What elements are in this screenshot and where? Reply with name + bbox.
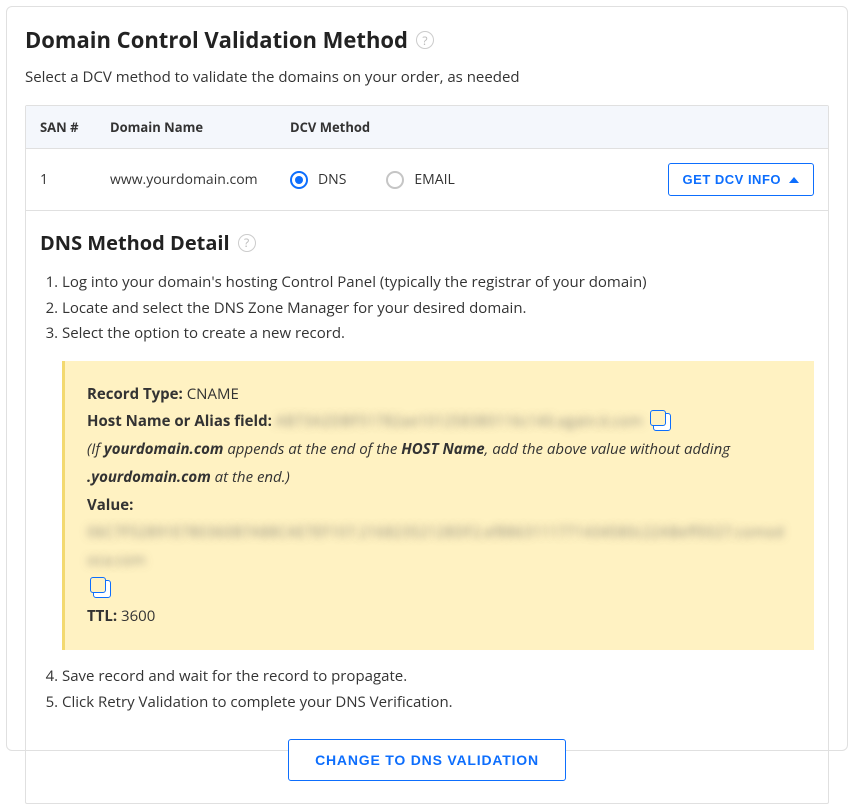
value-copy-row <box>87 575 792 603</box>
host-value-blurred: AB73A2DBF51782ae101258380116c140.again.i… <box>276 411 643 431</box>
dns-detail-section: DNS Method Detail ? Log into your domain… <box>26 210 828 803</box>
chevron-up-icon <box>789 177 799 183</box>
page-title: Domain Control Validation Method <box>25 25 408 55</box>
radio-email-label: EMAIL <box>414 170 454 189</box>
value-label: Value: <box>87 495 133 515</box>
action-row: CHANGE TO DNS VALIDATION <box>40 739 814 781</box>
host-label: Host Name or Alias field: <box>87 411 272 431</box>
step-1: Log into your domain's hosting Control P… <box>62 270 814 296</box>
san-number: 1 <box>40 170 110 189</box>
steps-list-bottom: Save record and wait for the record to p… <box>40 664 814 715</box>
col-method-header: DCV Method <box>290 118 814 136</box>
col-domain-header: Domain Name <box>110 118 290 136</box>
note-mid: appends at the end of the <box>223 439 401 459</box>
copy-icon[interactable] <box>653 413 671 431</box>
radio-dns[interactable]: DNS <box>290 170 346 189</box>
radio-dns-circle <box>290 171 308 189</box>
record-type-value: CNAME <box>187 384 239 404</box>
note-mid2: , add the above value without adding <box>485 439 730 459</box>
page-subtitle: Select a DCV method to validate the doma… <box>25 67 829 87</box>
table-header: SAN # Domain Name DCV Method <box>26 106 828 149</box>
note-suffix: at the end.) <box>211 467 290 487</box>
step-4: Save record and wait for the record to p… <box>62 664 814 690</box>
copy-icon[interactable] <box>93 580 111 598</box>
domain-name: www.yourdomain.com <box>110 170 290 189</box>
change-validation-button[interactable]: CHANGE TO DNS VALIDATION <box>288 739 566 781</box>
steps-list-top: Log into your domain's hosting Control P… <box>40 270 814 347</box>
radio-email[interactable]: EMAIL <box>386 170 454 189</box>
table-row: 1 www.yourdomain.com DNS EMAIL GET DCV I… <box>26 149 828 210</box>
get-dcv-info-label: GET DCV INFO <box>683 172 781 187</box>
value-row: 06C7F52891E780360B7A88CAE7EF107.21682352… <box>87 519 792 575</box>
method-options: DNS EMAIL <box>290 170 668 189</box>
note-bold3: .yourdomain.com <box>87 467 211 487</box>
header-row: Domain Control Validation Method ? <box>25 25 829 55</box>
step-5: Click Retry Validation to complete your … <box>62 690 814 716</box>
help-icon[interactable]: ? <box>416 31 434 49</box>
radio-dns-label: DNS <box>318 170 346 189</box>
dcv-card: Domain Control Validation Method ? Selec… <box>6 6 848 751</box>
host-note: (If yourdomain.com appends at the end of… <box>87 436 792 492</box>
value-blurred: 06C7F52891E780360B7A88CAE7EF107.21682352… <box>87 522 784 570</box>
record-type-label: Record Type: <box>87 384 183 404</box>
col-san-header: SAN # <box>40 118 110 136</box>
dns-record-box: Record Type: CNAME Host Name or Alias fi… <box>62 361 814 651</box>
note-bold2: HOST Name <box>401 439 484 459</box>
note-prefix: (If <box>87 439 104 459</box>
ttl-row: TTL: 3600 <box>87 603 792 631</box>
step-3: Select the option to create a new record… <box>62 321 814 347</box>
host-row: Host Name or Alias field: AB73A2DBF51782… <box>87 408 792 436</box>
ttl-value: 3600 <box>121 606 155 626</box>
detail-title-row: DNS Method Detail ? <box>40 229 814 256</box>
radio-email-circle <box>386 171 404 189</box>
detail-title: DNS Method Detail <box>40 229 230 256</box>
ttl-label: TTL: <box>87 606 117 626</box>
step-2: Locate and select the DNS Zone Manager f… <box>62 296 814 322</box>
help-icon[interactable]: ? <box>238 234 256 252</box>
get-dcv-info-button[interactable]: GET DCV INFO <box>668 163 814 196</box>
note-bold1: yourdomain.com <box>104 439 224 459</box>
record-type-row: Record Type: CNAME <box>87 381 792 409</box>
value-label-row: Value: <box>87 492 792 520</box>
domain-table: SAN # Domain Name DCV Method 1 www.yourd… <box>25 105 829 804</box>
